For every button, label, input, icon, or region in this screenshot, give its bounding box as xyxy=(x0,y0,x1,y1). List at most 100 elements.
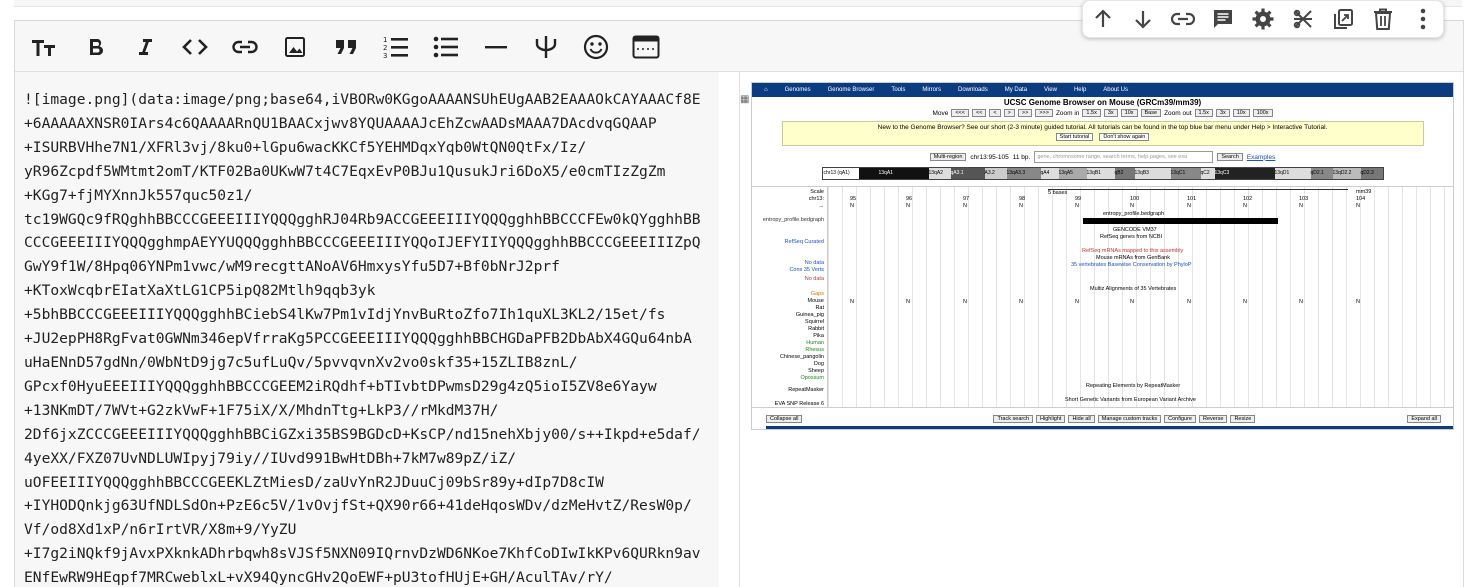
gb-band: 13qA5 xyxy=(1058,168,1087,179)
gb-tutorial-start: Start tutorial xyxy=(1055,133,1094,141)
gb-nav-bar: ⌂ Genomes Genome Browser Tools Mirrors D… xyxy=(752,83,1453,97)
gb-move-button: << xyxy=(971,109,987,117)
settings-icon[interactable] xyxy=(1249,5,1277,33)
gb-track-label: Dog xyxy=(813,361,824,367)
gb-track-label: Gaps xyxy=(810,291,824,297)
gb-nav-item: Genome Browser xyxy=(827,87,875,93)
gb-base: N xyxy=(1130,299,1134,305)
bullet-list-icon[interactable] xyxy=(430,31,462,63)
gb-move-button: <<< xyxy=(951,109,969,117)
gb-footer-button: Manage custom tracks xyxy=(1097,415,1162,423)
gb-tick: 101 xyxy=(1187,196,1197,202)
gb-track-label: RefSeq Curated xyxy=(784,239,824,245)
delete-icon[interactable] xyxy=(1369,5,1397,33)
latex-icon[interactable] xyxy=(530,31,562,63)
gb-tutorial-text: New to the Genome Browser? See our short… xyxy=(877,124,1328,131)
gb-tick: 100 xyxy=(1130,196,1140,202)
gb-base: N xyxy=(963,299,967,305)
editor-line: tc19WGQc9fRQghhBBCCCGEEEIIIYQQQgghRJ04Rb… xyxy=(24,210,701,228)
gb-track-text: RefSeq genes from NCBI xyxy=(1100,234,1163,240)
editor-line: yR96Zcpdf5WMtmt2omT/KTF02Ba0UKwW7t4C7Eqx… xyxy=(24,162,666,180)
editor-line: 4yeXX/FXZ07UvNDLUWIpyj79iy//IUvd991BwHtD… xyxy=(24,449,517,467)
editor-text[interactable]: ![image.png](data:image/png;base64,iVBOR… xyxy=(15,72,719,587)
quote-icon[interactable] xyxy=(330,31,362,63)
gb-tutorial-banner: New to the Genome Browser? See our short… xyxy=(781,121,1424,146)
gb-track-label: Sheep xyxy=(808,368,824,374)
gb-tick: 98 xyxy=(1019,196,1026,202)
editor-line: 2Df6jxZCCCGEEEIIIYQQQgghhBBCiGZxi35BS9BG… xyxy=(24,425,701,443)
gb-track-labels: Scale chr13: → entropy_profile.bedgraph … xyxy=(752,187,828,407)
more-vert-icon[interactable] xyxy=(1409,5,1437,33)
gb-track-label: Guinea_pig xyxy=(795,312,824,318)
italic-icon[interactable] xyxy=(129,31,161,63)
bold-icon[interactable] xyxy=(80,31,112,63)
gb-base: N xyxy=(906,299,910,305)
gb-tick: 99 xyxy=(1075,196,1082,202)
table-icon[interactable] xyxy=(630,31,662,63)
gb-tracks: Scale chr13: → entropy_profile.bedgraph … xyxy=(752,186,1453,408)
svg-text:3: 3 xyxy=(383,52,387,60)
split-cell-icon[interactable] xyxy=(1289,5,1317,33)
image-icon[interactable] xyxy=(279,31,311,63)
gb-track-label: → xyxy=(818,203,825,209)
gb-track-text: GENCODE VM37 xyxy=(1113,227,1157,233)
move-up-icon[interactable] xyxy=(1089,5,1117,33)
gb-track-text: Repeating Elements by RepeatMasker xyxy=(1086,383,1181,389)
gb-multi-region: Multi-region xyxy=(929,153,967,161)
gb-size: 11 bp. xyxy=(1012,153,1031,161)
link-icon[interactable] xyxy=(229,31,261,63)
gb-base: N xyxy=(1299,203,1303,209)
gb-base: N xyxy=(1243,203,1247,209)
gb-track-text: 35 vertebrates Basewise Conservation by … xyxy=(1071,262,1192,268)
gb-band: qA4 xyxy=(1040,168,1059,179)
copy-link-icon[interactable] xyxy=(1169,5,1197,33)
gb-zoom-button: 10x xyxy=(1120,109,1138,117)
comment-icon[interactable] xyxy=(1209,5,1237,33)
home-icon: ⌂ xyxy=(764,87,768,93)
gb-track-label: Rabbit xyxy=(808,326,824,332)
markdown-editor[interactable]: ![image.png](data:image/png;base64,iVBOR… xyxy=(15,72,719,587)
editor-line: GPcxf0HyuEEEIIIYQQQgghhBBCCCGEEM2iRQdhf+… xyxy=(24,377,657,395)
gb-base: N xyxy=(1299,299,1303,305)
code-icon[interactable] xyxy=(179,31,211,63)
editor-line: +KToxWcqbrEIatXaXtLG1CP5ipQ82Mtlh9qqb3yk xyxy=(24,282,376,300)
gb-track-label: Opossum xyxy=(800,375,824,381)
gb-base: N xyxy=(1075,203,1079,209)
gb-base: N xyxy=(1243,299,1247,305)
gb-base: N xyxy=(1075,299,1079,305)
move-down-icon[interactable] xyxy=(1129,5,1157,33)
gb-track-label: No data xyxy=(804,260,824,266)
gb-track-label: EVA SNP Release 6 xyxy=(774,401,824,407)
gb-footer-button: Collapse all xyxy=(766,415,803,423)
gb-tick: 95 xyxy=(850,196,857,202)
gb-search-button: Search xyxy=(1217,153,1243,161)
mirror-cell-icon[interactable] xyxy=(1329,5,1357,33)
gb-zoom-button: 1.5x xyxy=(1194,109,1213,117)
gb-scale-label: 5 bases xyxy=(1048,190,1068,196)
gb-base: N xyxy=(1130,203,1134,209)
text-cell[interactable]: 123 ![image.png](data:image/png;base64,i… xyxy=(14,20,1464,587)
gb-position-row: Multi-region chr13:95-105 11 bp. gene, c… xyxy=(752,151,1453,163)
gb-bottom-bar xyxy=(766,426,1453,429)
gb-base: N xyxy=(850,203,854,209)
emoji-icon[interactable] xyxy=(580,31,612,63)
gb-band: 13qD1 xyxy=(1274,168,1311,179)
gb-track-label: Chinese_pangolin xyxy=(779,354,824,360)
gb-footer-buttons: Collapse all Track search Highlight Hide… xyxy=(752,413,1453,425)
gb-track-label: Mouse xyxy=(807,298,824,304)
text-size-icon[interactable] xyxy=(28,31,60,63)
horizontal-rule-icon[interactable] xyxy=(480,31,512,63)
gb-zoom-button: 1.5x xyxy=(1082,109,1101,117)
gb-track-text: Mouse mRNAs from GenBank xyxy=(1096,255,1170,261)
gb-track-label: Rat xyxy=(815,305,824,311)
gb-footer-button: Resize xyxy=(1230,415,1256,423)
svg-text:2: 2 xyxy=(383,44,387,52)
gb-band: 13qA1 xyxy=(858,168,929,179)
gb-track-label: Human xyxy=(806,340,824,346)
gb-track-label: Cons 35 Verts xyxy=(789,267,824,273)
numbered-list-icon[interactable]: 123 xyxy=(380,31,412,63)
gb-nav-item: Genomes xyxy=(784,87,811,93)
gb-zoom-button: Base xyxy=(1140,109,1162,117)
editor-line: +I7g2iNQkf9jAvxPXknkADhrbqwh8sVJSf5NXN09… xyxy=(24,545,701,563)
gb-footer-button: Track search xyxy=(993,415,1034,423)
